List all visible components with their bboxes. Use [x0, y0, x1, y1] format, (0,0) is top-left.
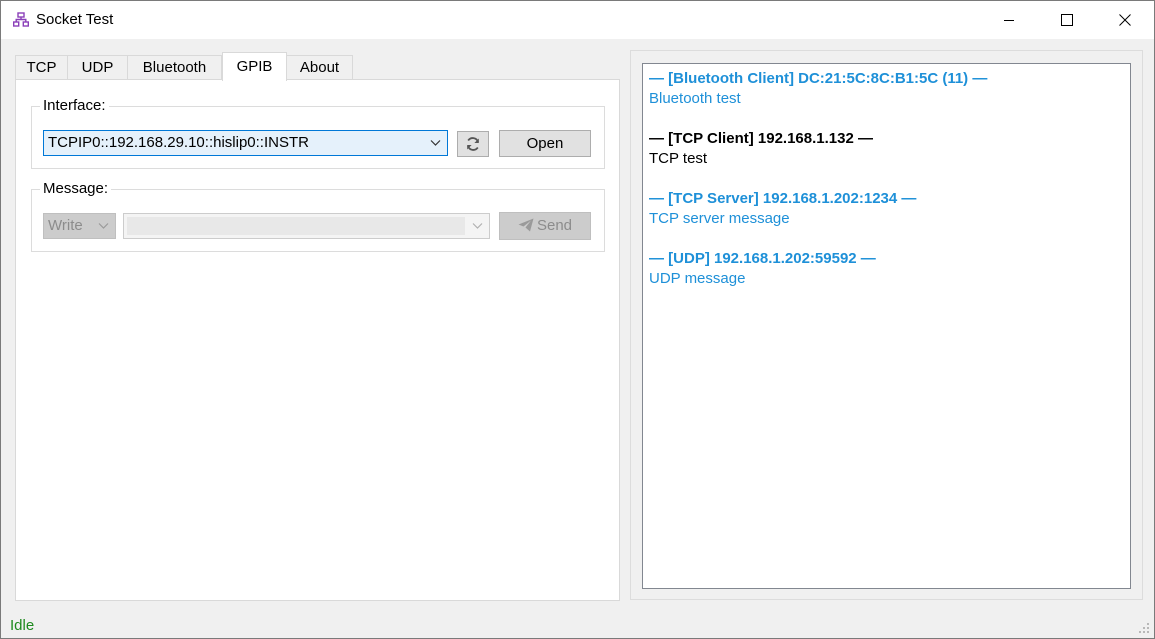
window-title: Socket Test [36, 11, 114, 28]
interface-legend: Interface: [40, 97, 109, 115]
send-button[interactable]: Send [499, 212, 591, 240]
interface-group: Interface: TCPIP0::192.168.29.10::hislip… [31, 97, 605, 169]
network-icon [13, 12, 29, 27]
log-entry-header: — [Bluetooth Client] DC:21:5C:8C:B1:5C (… [649, 70, 988, 87]
log-entry-body: UDP message [649, 270, 746, 287]
chevron-down-icon [472, 223, 483, 229]
tab-tcp[interactable]: TCP [15, 55, 68, 81]
close-icon [1119, 14, 1131, 26]
log-entry-header: — [UDP] 192.168.1.202:59592 — [649, 250, 876, 267]
mode-select-value: Write [48, 217, 83, 234]
interface-select[interactable]: TCPIP0::192.168.29.10::hislip0::INSTR [43, 130, 448, 156]
log-entry-body: TCP server message [649, 210, 790, 227]
chevron-down-icon [430, 140, 441, 146]
refresh-button[interactable] [457, 131, 489, 157]
tab-udp[interactable]: UDP [67, 55, 128, 81]
log-entry-body: TCP test [649, 150, 708, 167]
message-input-field [127, 217, 465, 235]
resize-grip-icon[interactable] [1138, 622, 1150, 634]
maximize-icon [1061, 14, 1073, 26]
log-entry: — [TCP Client] 192.168.1.132 — TCP test [649, 129, 873, 169]
tab-bluetooth[interactable]: Bluetooth [127, 55, 222, 81]
close-button[interactable] [1096, 1, 1154, 39]
gpib-panel: Interface: TCPIP0::192.168.29.10::hislip… [15, 79, 620, 601]
maximize-button[interactable] [1038, 1, 1096, 39]
app-window: Socket Test TCP UDP Bluetooth GPIB About… [0, 0, 1155, 639]
minimize-icon [1004, 20, 1014, 21]
tab-about[interactable]: About [286, 55, 353, 81]
interface-select-value: TCPIP0::192.168.29.10::hislip0::INSTR [48, 134, 309, 151]
tab-gpib[interactable]: GPIB [222, 52, 287, 81]
paper-plane-icon [518, 218, 534, 232]
title-bar: Socket Test [1, 1, 1154, 39]
mode-select[interactable]: Write [43, 213, 116, 239]
log-entry-body: Bluetooth test [649, 90, 741, 107]
log-textbox[interactable]: — [Bluetooth Client] DC:21:5C:8C:B1:5C (… [642, 63, 1131, 589]
message-input[interactable] [123, 213, 490, 239]
status-text: Idle [10, 617, 35, 634]
send-label: Send [536, 217, 573, 234]
log-entry-header: — [TCP Client] 192.168.1.132 — [649, 130, 873, 147]
refresh-icon [467, 137, 479, 151]
log-entry: — [Bluetooth Client] DC:21:5C:8C:B1:5C (… [649, 69, 987, 109]
chevron-down-icon [98, 223, 109, 229]
log-entry: — [UDP] 192.168.1.202:59592 — UDP messag… [649, 249, 876, 289]
message-group: Message: Write Send [31, 180, 605, 252]
log-panel: — [Bluetooth Client] DC:21:5C:8C:B1:5C (… [630, 50, 1143, 600]
log-entry-header: — [TCP Server] 192.168.1.202:1234 — [649, 190, 917, 207]
minimize-button[interactable] [980, 1, 1038, 39]
message-legend: Message: [40, 180, 112, 198]
log-entry: — [TCP Server] 192.168.1.202:1234 — TCP … [649, 189, 916, 229]
open-button[interactable]: Open [499, 130, 591, 157]
